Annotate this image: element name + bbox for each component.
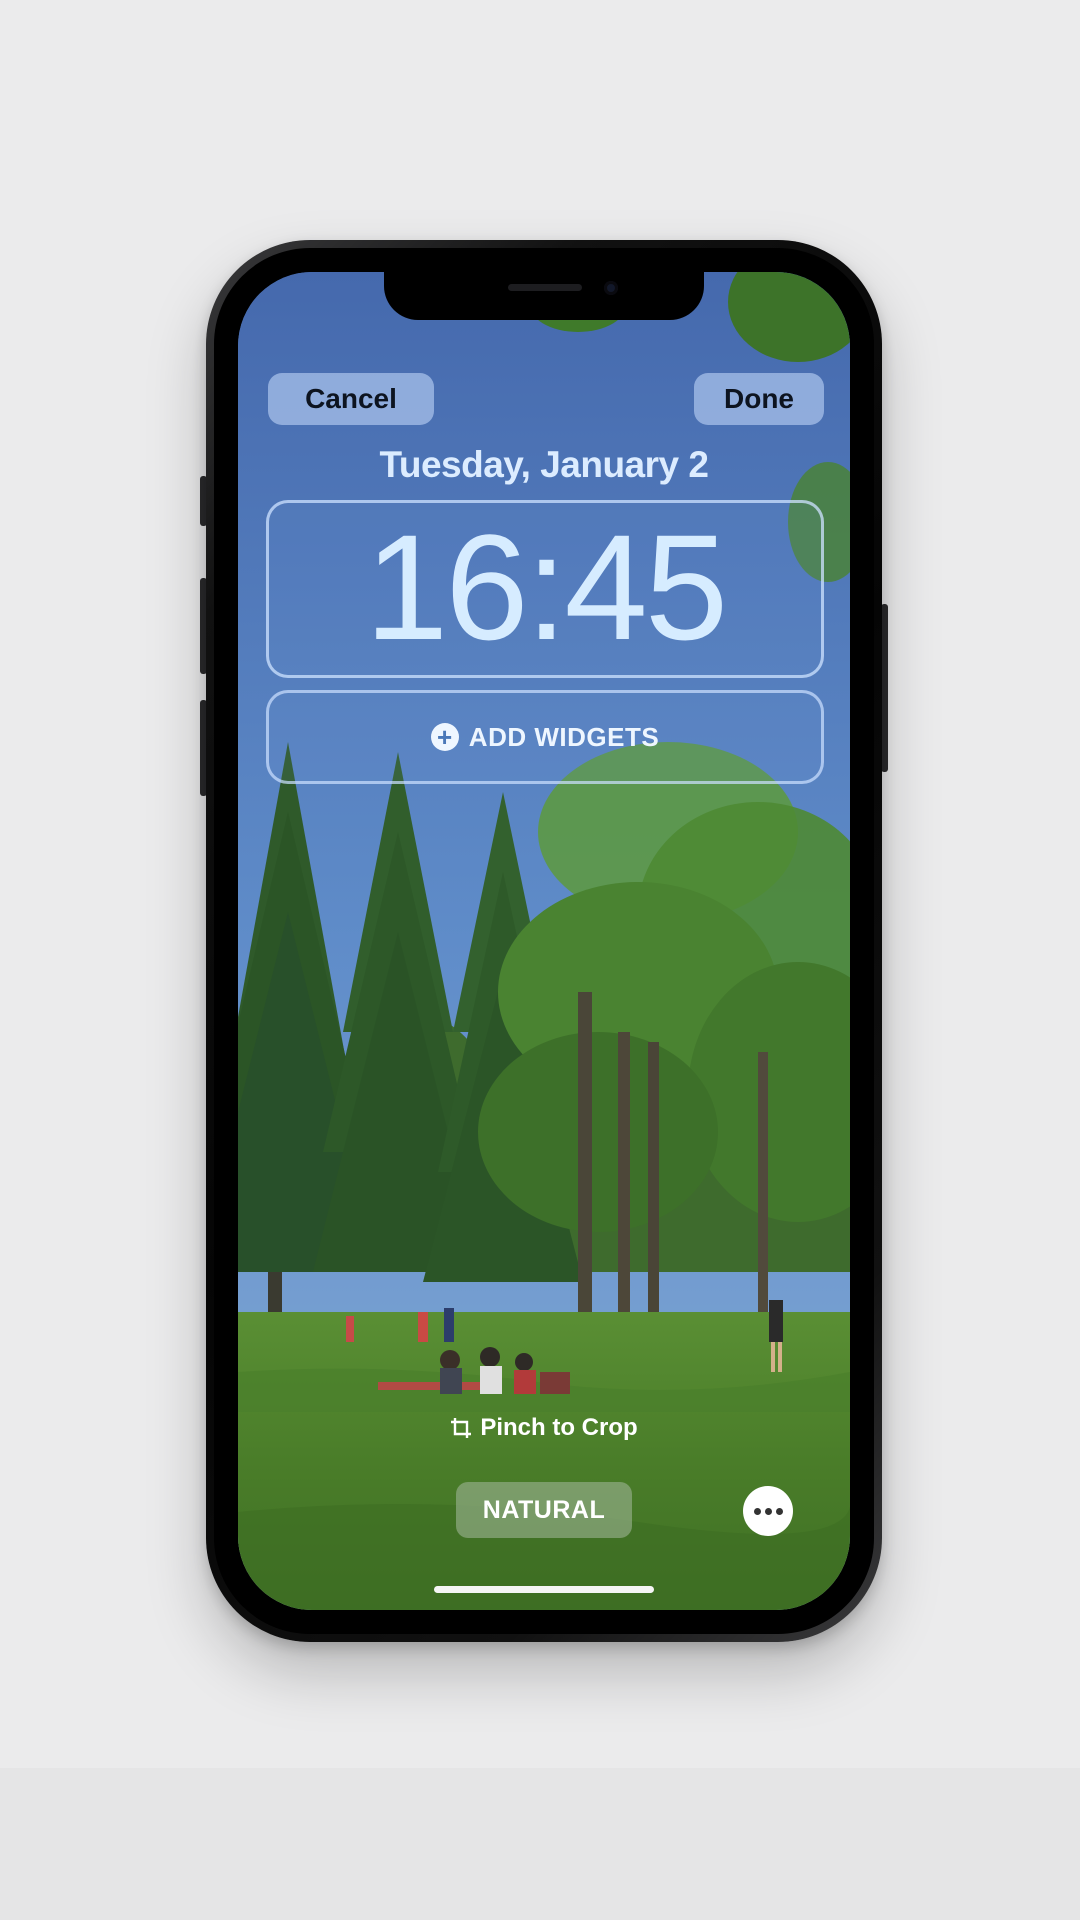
ellipsis-icon-dot-2 — [764, 1507, 772, 1515]
add-widgets-label: ADD WIDGETS — [468, 721, 660, 752]
lock-time: 16:45 — [364, 503, 728, 671]
power-button — [881, 604, 888, 772]
lock-date[interactable]: Tuesday, January 2 — [238, 444, 850, 486]
earpiece-speaker — [508, 284, 582, 291]
clock-widget[interactable]: 16:45 — [266, 500, 824, 678]
ellipsis-icon — [753, 1507, 761, 1515]
front-camera — [604, 281, 618, 295]
crop-hint: Pinch to Crop — [238, 1414, 850, 1442]
ellipsis-icon-dot-3 — [775, 1507, 783, 1515]
done-button[interactable]: Done — [694, 373, 824, 425]
crop-hint-label: Pinch to Crop — [480, 1414, 638, 1441]
add-widgets-button[interactable]: + ADD WIDGETS — [266, 690, 824, 784]
plus-circle-icon: + — [430, 723, 459, 751]
home-indicator[interactable] — [434, 1586, 654, 1593]
filter-style-button[interactable]: NATURAL — [456, 1482, 632, 1538]
more-options-button[interactable] — [743, 1486, 793, 1536]
cancel-button[interactable]: Cancel — [268, 373, 434, 425]
backdrop-band — [0, 1768, 1080, 1920]
crop-icon — [451, 1418, 472, 1438]
lock-screen-editor: Cancel Done Tuesday, January 2 16:45 + A… — [238, 272, 850, 1610]
notch — [384, 272, 704, 320]
